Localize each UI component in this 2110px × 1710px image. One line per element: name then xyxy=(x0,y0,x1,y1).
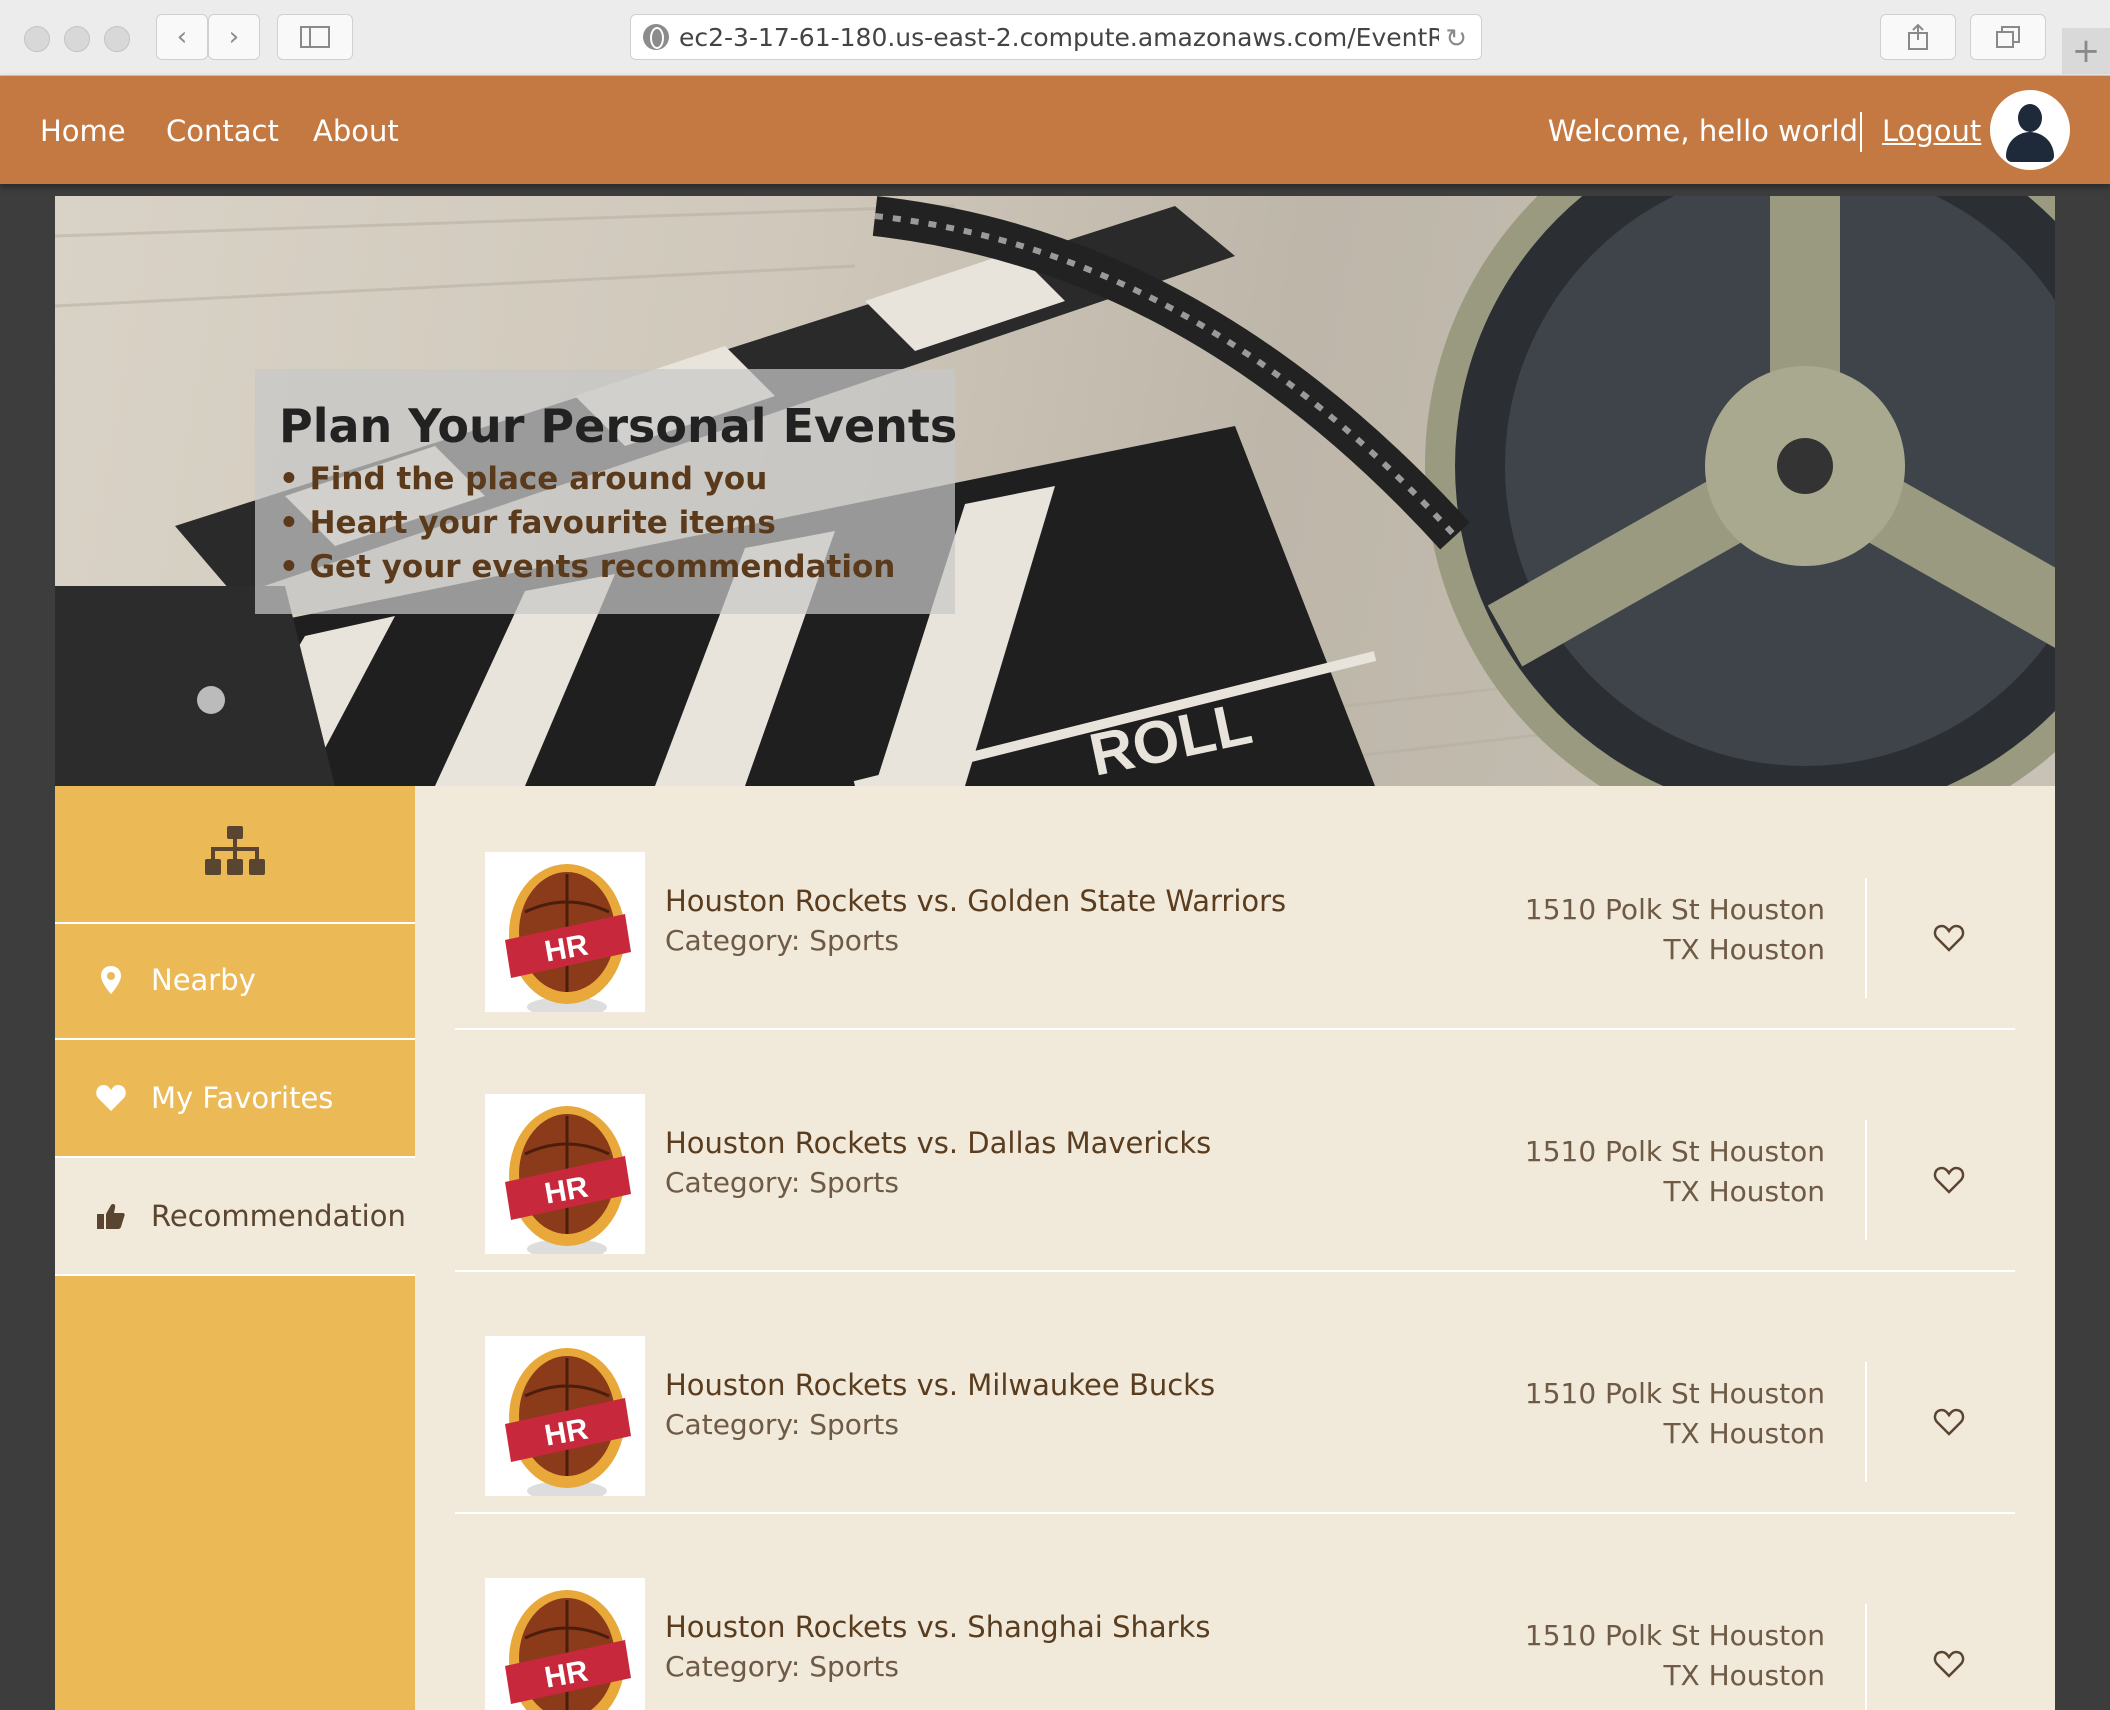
event-list: HR Houston Rockets vs. Golden State Warr… xyxy=(415,786,2055,1710)
list-item[interactable]: HR Houston Rockets vs. Golden State Warr… xyxy=(455,786,2015,1030)
hero-title: Plan Your Personal Events xyxy=(279,399,958,453)
sidebar-item-label: My Favorites xyxy=(151,1081,334,1115)
favorite-heart-icon[interactable] xyxy=(1933,922,1965,954)
list-item[interactable]: HR Houston Rockets vs. Dallas Mavericks … xyxy=(455,1028,2015,1272)
event-category: Category: Sports xyxy=(665,1408,899,1441)
sidebar-item-nearby[interactable]: Nearby xyxy=(55,922,415,1040)
user-body-icon xyxy=(2006,132,2054,162)
location-pin-icon xyxy=(91,966,131,994)
hero-banner: ROLL Plan Your Personal Events • Find th… xyxy=(55,196,2055,786)
address-line: TX Houston xyxy=(1663,1175,1825,1208)
address-line: TX Houston xyxy=(1663,1417,1825,1450)
event-title[interactable]: Houston Rockets vs. Golden State Warrior… xyxy=(665,884,1286,918)
nav-home-link[interactable]: Home xyxy=(40,114,126,148)
sidebar-item-label: Nearby xyxy=(151,963,256,997)
new-tab-icon[interactable]: + xyxy=(2062,28,2110,74)
hero-bullet: • Find the place around you xyxy=(279,461,768,497)
sidebar-item-label: Recommendation xyxy=(151,1199,406,1233)
event-title[interactable]: Houston Rockets vs. Dallas Mavericks xyxy=(665,1126,1211,1160)
thumbs-up-icon xyxy=(91,1203,131,1229)
hero-caption: Plan Your Personal Events • Find the pla… xyxy=(255,369,958,614)
address-line: 1510 Polk St Houston xyxy=(1524,1135,1825,1168)
forward-icon[interactable]: › xyxy=(208,14,260,60)
nav-about-link[interactable]: About xyxy=(313,114,399,148)
event-address: 1510 Polk St Houston TX Houston xyxy=(1525,1132,1825,1212)
event-title[interactable]: Houston Rockets vs. Shanghai Sharks xyxy=(665,1610,1210,1644)
event-category: Category: Sports xyxy=(665,1650,899,1683)
tabs-icon[interactable] xyxy=(1970,14,2046,60)
sidebar-header xyxy=(55,786,415,924)
sidebar-item-favorites[interactable]: My Favorites xyxy=(55,1040,415,1158)
event-logo: HR xyxy=(485,852,645,1012)
logout-link[interactable]: Logout xyxy=(1882,114,1981,148)
event-address: 1510 Polk St Houston TX Houston xyxy=(1525,1374,1825,1454)
row-divider xyxy=(1865,878,1867,998)
sitemap-icon xyxy=(205,826,265,875)
close-window-button[interactable] xyxy=(24,26,50,52)
address-bar[interactable]: ec2-3-17-61-180.us-east-2.compute.amazon… xyxy=(630,14,1482,60)
nav-contact-link[interactable]: Contact xyxy=(166,114,279,148)
user-head-icon xyxy=(2018,104,2042,132)
main-container: ROLL Plan Your Personal Events • Find th… xyxy=(55,196,2055,1710)
sidebar-icon[interactable] xyxy=(277,14,353,60)
address-line: TX Houston xyxy=(1663,1659,1825,1692)
back-icon[interactable]: ‹ xyxy=(156,14,208,60)
nav-divider xyxy=(1860,112,1862,152)
favorite-heart-icon[interactable] xyxy=(1933,1406,1965,1438)
zoom-window-button[interactable] xyxy=(104,26,130,52)
row-divider xyxy=(1865,1120,1867,1240)
event-title[interactable]: Houston Rockets vs. Milwaukee Bucks xyxy=(665,1368,1215,1402)
address-line: 1510 Polk St Houston xyxy=(1524,1619,1825,1652)
list-item[interactable]: HR Houston Rockets vs. Milwaukee Bucks C… xyxy=(455,1270,2015,1514)
globe-icon xyxy=(643,24,669,50)
address-line: 1510 Polk St Houston xyxy=(1524,1377,1825,1410)
event-logo: HR xyxy=(485,1336,645,1496)
event-address: 1510 Polk St Houston TX Houston xyxy=(1525,1616,1825,1696)
hero-bullet: • Heart your favourite items xyxy=(279,505,776,541)
welcome-text: Welcome, hello world xyxy=(1547,114,1858,148)
favorite-heart-icon[interactable] xyxy=(1933,1648,1965,1680)
url-text: ec2-3-17-61-180.us-east-2.compute.amazon… xyxy=(679,22,1439,52)
browser-toolbar: ‹ › ec2-3-17-61-180.us-east-2.compute.am… xyxy=(0,0,2110,76)
event-category: Category: Sports xyxy=(665,924,899,957)
row-divider xyxy=(1865,1604,1867,1710)
event-address: 1510 Polk St Houston TX Houston xyxy=(1525,890,1825,970)
heart-icon xyxy=(91,1085,131,1111)
reload-icon[interactable]: ↻ xyxy=(1445,24,1467,54)
event-category: Category: Sports xyxy=(665,1166,899,1199)
top-navbar: Home Contact About Welcome, hello world … xyxy=(0,76,2110,184)
sidebar-item-recommendation[interactable]: Recommendation xyxy=(55,1158,415,1276)
row-divider xyxy=(1865,1362,1867,1482)
event-logo: HR xyxy=(485,1578,645,1710)
hero-bullet: • Get your events recommendation xyxy=(279,549,896,585)
avatar[interactable] xyxy=(1990,90,2070,170)
minimize-window-button[interactable] xyxy=(64,26,90,52)
share-icon[interactable] xyxy=(1880,14,1956,60)
address-line: 1510 Polk St Houston xyxy=(1524,893,1825,926)
favorite-heart-icon[interactable] xyxy=(1933,1164,1965,1196)
list-item[interactable]: HR Houston Rockets vs. Shanghai Sharks C… xyxy=(455,1512,2015,1710)
address-line: TX Houston xyxy=(1663,933,1825,966)
event-logo: HR xyxy=(485,1094,645,1254)
sidebar: Nearby My Favorites Recommendation xyxy=(55,786,415,1710)
